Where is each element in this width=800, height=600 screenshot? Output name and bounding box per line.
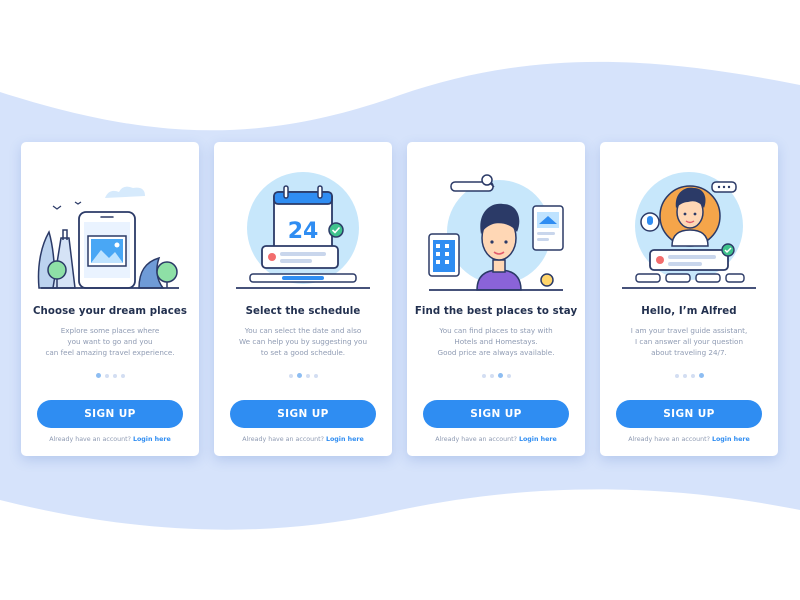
onboarding-card-2: 24 Select the schedule You can select th…: [214, 142, 392, 456]
hotel-search-illustration: [428, 174, 564, 291]
onboarding-card-3: Find the best places to stay You can fin…: [407, 142, 585, 456]
pagination-dot[interactable]: [313, 373, 318, 378]
login-prompt: Already have an account? Login here: [600, 436, 778, 443]
pagination-dots: [600, 373, 778, 378]
card-description: You can select the date and also We can …: [238, 326, 368, 357]
card-description: You can find places to stay with Hotels …: [437, 326, 555, 357]
login-prompt: Already have an account? Login here: [214, 436, 392, 443]
login-here-link[interactable]: Login here: [712, 436, 750, 443]
card-title: Select the schedule: [245, 306, 361, 317]
card-description: I am your travel guide assistant, I can …: [630, 326, 748, 357]
assistant-avatar-illustration: [622, 172, 756, 289]
pagination-dot[interactable]: [305, 373, 310, 378]
pagination-dot[interactable]: [104, 373, 109, 378]
onboarding-card-4: Hello, I’m Alfred I am your travel guide…: [600, 142, 778, 456]
login-prompt-text: Already have an account?: [435, 436, 517, 443]
login-here-link[interactable]: Login here: [326, 436, 364, 443]
pagination-dot[interactable]: [112, 373, 117, 378]
login-prompt: Already have an account? Login here: [407, 436, 585, 443]
login-prompt: Already have an account? Login here: [21, 436, 199, 443]
pagination-dot[interactable]: [674, 373, 679, 378]
pagination-dot[interactable]: [682, 373, 687, 378]
pagination-dot[interactable]: [120, 373, 125, 378]
pagination-dot[interactable]: [481, 373, 486, 378]
sign-up-button[interactable]: SIGN UP: [423, 400, 569, 428]
login-here-link[interactable]: Login here: [519, 436, 557, 443]
pagination-dot-active[interactable]: [95, 373, 101, 378]
login-prompt-text: Already have an account?: [49, 436, 131, 443]
pagination-dots: [407, 373, 585, 378]
login-prompt-text: Already have an account?: [242, 436, 324, 443]
calendar-day: 24: [288, 219, 319, 244]
calendar-illustration: 24: [236, 172, 370, 289]
sign-up-button[interactable]: SIGN UP: [616, 400, 762, 428]
pagination-dot[interactable]: [690, 373, 695, 378]
sign-up-button[interactable]: SIGN UP: [230, 400, 376, 428]
login-prompt-text: Already have an account?: [628, 436, 710, 443]
card-title: Choose your dream places: [32, 306, 188, 317]
pagination-dot[interactable]: [489, 373, 494, 378]
pagination-dot-active[interactable]: [296, 373, 302, 378]
pagination-dots: [21, 373, 199, 378]
pagination-dot-active[interactable]: [698, 373, 704, 378]
card-title: Hello, I’m Alfred: [641, 306, 737, 317]
onboarding-card-1: Choose your dream places Explore some pl…: [21, 142, 199, 456]
login-here-link[interactable]: Login here: [133, 436, 171, 443]
sign-up-button[interactable]: SIGN UP: [37, 400, 183, 428]
pagination-dot[interactable]: [506, 373, 511, 378]
pagination-dot[interactable]: [288, 373, 293, 378]
phone-landmark-illustration: [37, 186, 179, 289]
card-description: Explore some places where you want to go…: [45, 326, 175, 357]
pagination-dot-active[interactable]: [497, 373, 503, 378]
card-title: Find the best places to stay: [414, 306, 578, 317]
pagination-dots: [214, 373, 392, 378]
